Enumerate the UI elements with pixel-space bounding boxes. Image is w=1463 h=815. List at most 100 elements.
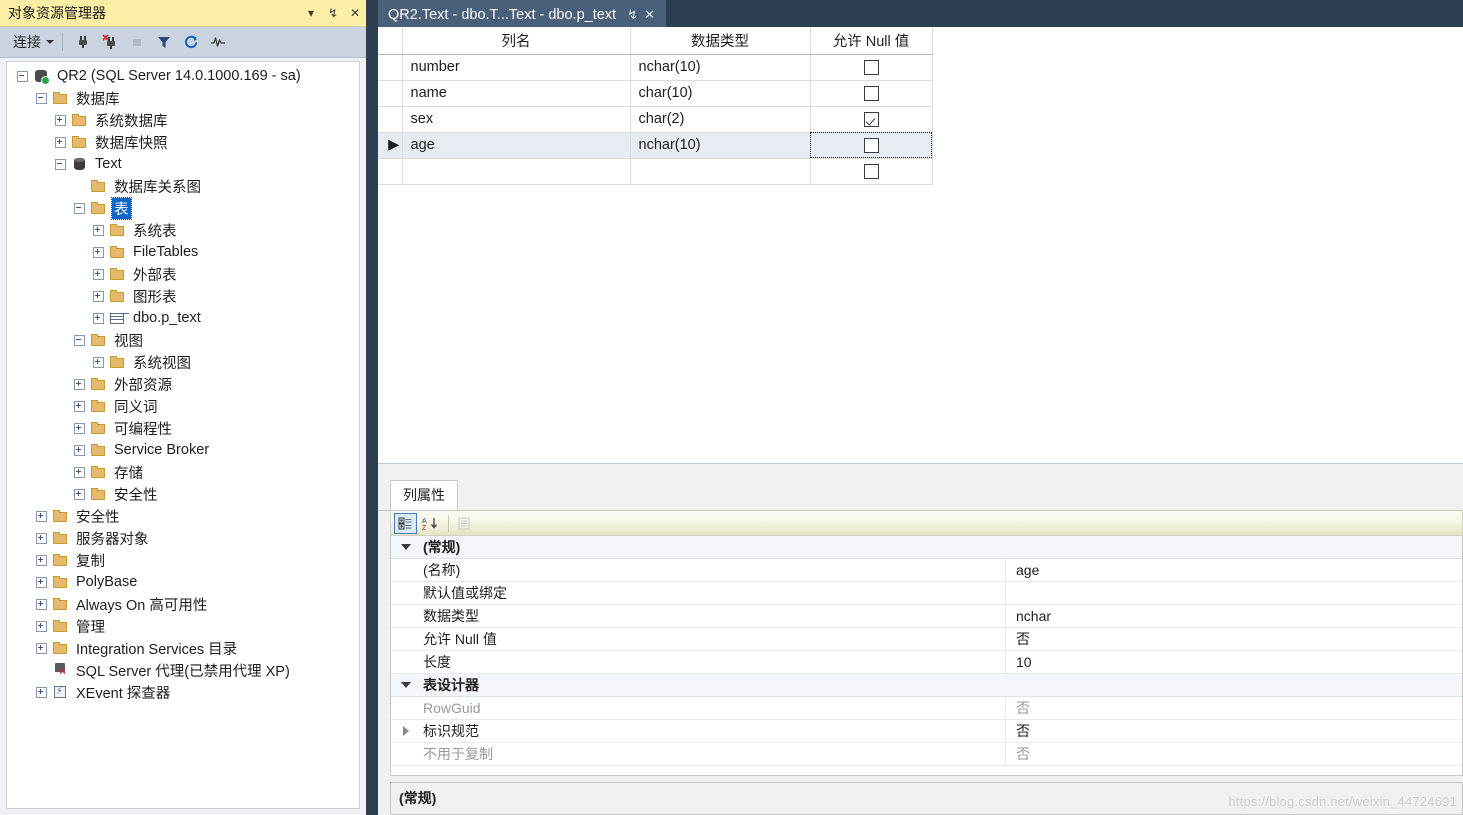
tree-collapse-icon[interactable]	[15, 69, 30, 84]
tree-item[interactable]: Service Broker	[7, 439, 359, 461]
allow-null-checkbox[interactable]	[863, 59, 879, 75]
property-value[interactable]: 否	[1006, 744, 1462, 764]
tree-collapse-icon[interactable]	[34, 91, 49, 106]
tree-expand-icon[interactable]	[91, 289, 106, 304]
cell-column-name[interactable]: name	[402, 80, 631, 107]
property-row[interactable]: (名称) age	[391, 558, 1462, 582]
disconnect-object-explorer-icon[interactable]	[97, 30, 122, 55]
property-value[interactable]: 10	[1006, 654, 1462, 670]
tree-item[interactable]: 系统表	[7, 219, 359, 241]
filter-icon[interactable]	[151, 30, 176, 55]
categorized-view-button[interactable]	[394, 512, 417, 534]
table-row[interactable]: number nchar(10)	[378, 54, 933, 81]
tree-item[interactable]: FileTables	[7, 241, 359, 263]
cell-data-type[interactable]	[630, 158, 811, 185]
refresh-icon[interactable]	[178, 30, 203, 55]
tree-item[interactable]: QR2 (SQL Server 14.0.1000.169 - sa)	[7, 65, 359, 87]
tree-item[interactable]: 表	[7, 196, 359, 220]
close-icon[interactable]: ✕	[641, 6, 658, 24]
property-category-row[interactable]: 表设计器	[391, 674, 1462, 697]
chevron-down-icon[interactable]	[391, 544, 421, 550]
property-value[interactable]: 否	[1006, 629, 1462, 649]
property-value[interactable]: 否	[1006, 698, 1462, 718]
tree-item[interactable]: 安全性	[7, 505, 359, 527]
cell-allow-null[interactable]	[810, 158, 933, 185]
pin-icon[interactable]: ↯	[322, 2, 344, 25]
tree-expand-icon[interactable]	[53, 135, 68, 150]
tree-expand-icon[interactable]	[91, 355, 106, 370]
tree-expand-icon[interactable]	[72, 421, 87, 436]
tree-item[interactable]: 安全性	[7, 483, 359, 505]
tree-expand-icon[interactable]	[91, 267, 106, 282]
tree-item[interactable]: PolyBase	[7, 571, 359, 593]
tree-item[interactable]: 外部资源	[7, 373, 359, 395]
tab-column-properties[interactable]: 列属性	[390, 480, 458, 510]
cell-data-type[interactable]: char(10)	[630, 80, 811, 107]
cell-data-type[interactable]: nchar(10)	[630, 54, 811, 81]
alphabetical-sort-button[interactable]: A Z	[419, 513, 442, 534]
row-selector-cell[interactable]	[378, 54, 403, 81]
cell-column-name[interactable]	[402, 158, 631, 185]
vertical-splitter[interactable]	[366, 0, 378, 815]
tree-expand-icon[interactable]	[91, 245, 106, 260]
tree-expand-icon[interactable]	[72, 487, 87, 502]
allow-null-checkbox[interactable]	[863, 85, 879, 101]
object-explorer-tree[interactable]: QR2 (SQL Server 14.0.1000.169 - sa) 数据库 系统…	[6, 61, 360, 809]
tree-expand-icon[interactable]	[34, 531, 49, 546]
property-value[interactable]: nchar	[1006, 608, 1462, 624]
column-header-allow-null[interactable]: 允许 Null 值	[810, 27, 933, 55]
property-row[interactable]: 默认值或绑定	[391, 581, 1462, 605]
tab-table-designer[interactable]: QR2.Text - dbo.T...Text - dbo.p_text ↯ ✕	[378, 0, 667, 27]
tree-expand-icon[interactable]	[53, 113, 68, 128]
chevron-down-icon[interactable]	[391, 682, 421, 688]
tree-item[interactable]: 系统数据库	[7, 109, 359, 131]
dropdown-icon[interactable]: ▾	[300, 2, 322, 25]
column-header-datatype[interactable]: 数据类型	[630, 27, 811, 55]
tree-item[interactable]: dbo.p_text	[7, 307, 359, 329]
activity-monitor-icon[interactable]	[205, 30, 230, 55]
tree-item[interactable]: 数据库	[7, 87, 359, 109]
cell-allow-null[interactable]	[810, 106, 933, 133]
tree-item[interactable]: 数据库快照	[7, 131, 359, 153]
allow-null-checkbox[interactable]	[863, 137, 879, 153]
column-header-name[interactable]: 列名	[402, 27, 631, 55]
table-row[interactable]: sex char(2)	[378, 106, 933, 133]
tree-expand-icon[interactable]	[34, 619, 49, 634]
tree-item[interactable]: XEvent 探查器	[7, 681, 359, 703]
tree-expand-icon[interactable]	[34, 597, 49, 612]
tree-item[interactable]: 服务器对象	[7, 527, 359, 549]
tree-expand-icon[interactable]	[91, 223, 106, 238]
tree-collapse-icon[interactable]	[72, 333, 87, 348]
property-row[interactable]: 允许 Null 值否	[391, 627, 1462, 651]
table-designer-grid[interactable]: 列名 数据类型 允许 Null 值 number nchar(10) name cha…	[378, 27, 933, 185]
tree-item[interactable]: 外部表	[7, 263, 359, 285]
tree-item[interactable]: SQL Server 代理(已禁用代理 XP)	[7, 659, 359, 681]
tree-item[interactable]: Integration Services 目录	[7, 637, 359, 659]
property-row[interactable]: 长度 10	[391, 650, 1462, 674]
cell-data-type[interactable]: nchar(10)	[630, 132, 811, 159]
tree-item[interactable]: 管理	[7, 615, 359, 637]
tree-item[interactable]: 同义词	[7, 395, 359, 417]
tree-item[interactable]: 系统视图	[7, 351, 359, 373]
chevron-right-icon[interactable]	[391, 726, 421, 736]
table-row[interactable]: ▶ age nchar(10)	[378, 132, 933, 159]
row-selector-cell[interactable]	[378, 80, 403, 107]
cell-column-name[interactable]: number	[402, 54, 631, 81]
connect-button[interactable]: 连接	[10, 30, 57, 54]
property-row[interactable]: 标识规范否	[391, 719, 1462, 743]
tree-expand-icon[interactable]	[72, 399, 87, 414]
tree-collapse-icon[interactable]	[53, 157, 68, 172]
tree-item[interactable]: 可编程性	[7, 417, 359, 439]
tree-expand-icon[interactable]	[34, 575, 49, 590]
connect-object-explorer-icon[interactable]	[70, 30, 95, 55]
tree-collapse-icon[interactable]	[72, 201, 87, 216]
property-row[interactable]: 不用于复制否	[391, 742, 1462, 766]
allow-null-checkbox[interactable]	[863, 111, 879, 127]
table-row[interactable]: name char(10)	[378, 80, 933, 107]
current-row-marker-icon[interactable]: ▶	[378, 132, 403, 159]
cell-allow-null[interactable]	[810, 132, 933, 159]
close-icon[interactable]: ✕	[344, 2, 366, 25]
tree-expand-icon[interactable]	[72, 377, 87, 392]
tree-expand-icon[interactable]	[72, 465, 87, 480]
cell-data-type[interactable]: char(2)	[630, 106, 811, 133]
